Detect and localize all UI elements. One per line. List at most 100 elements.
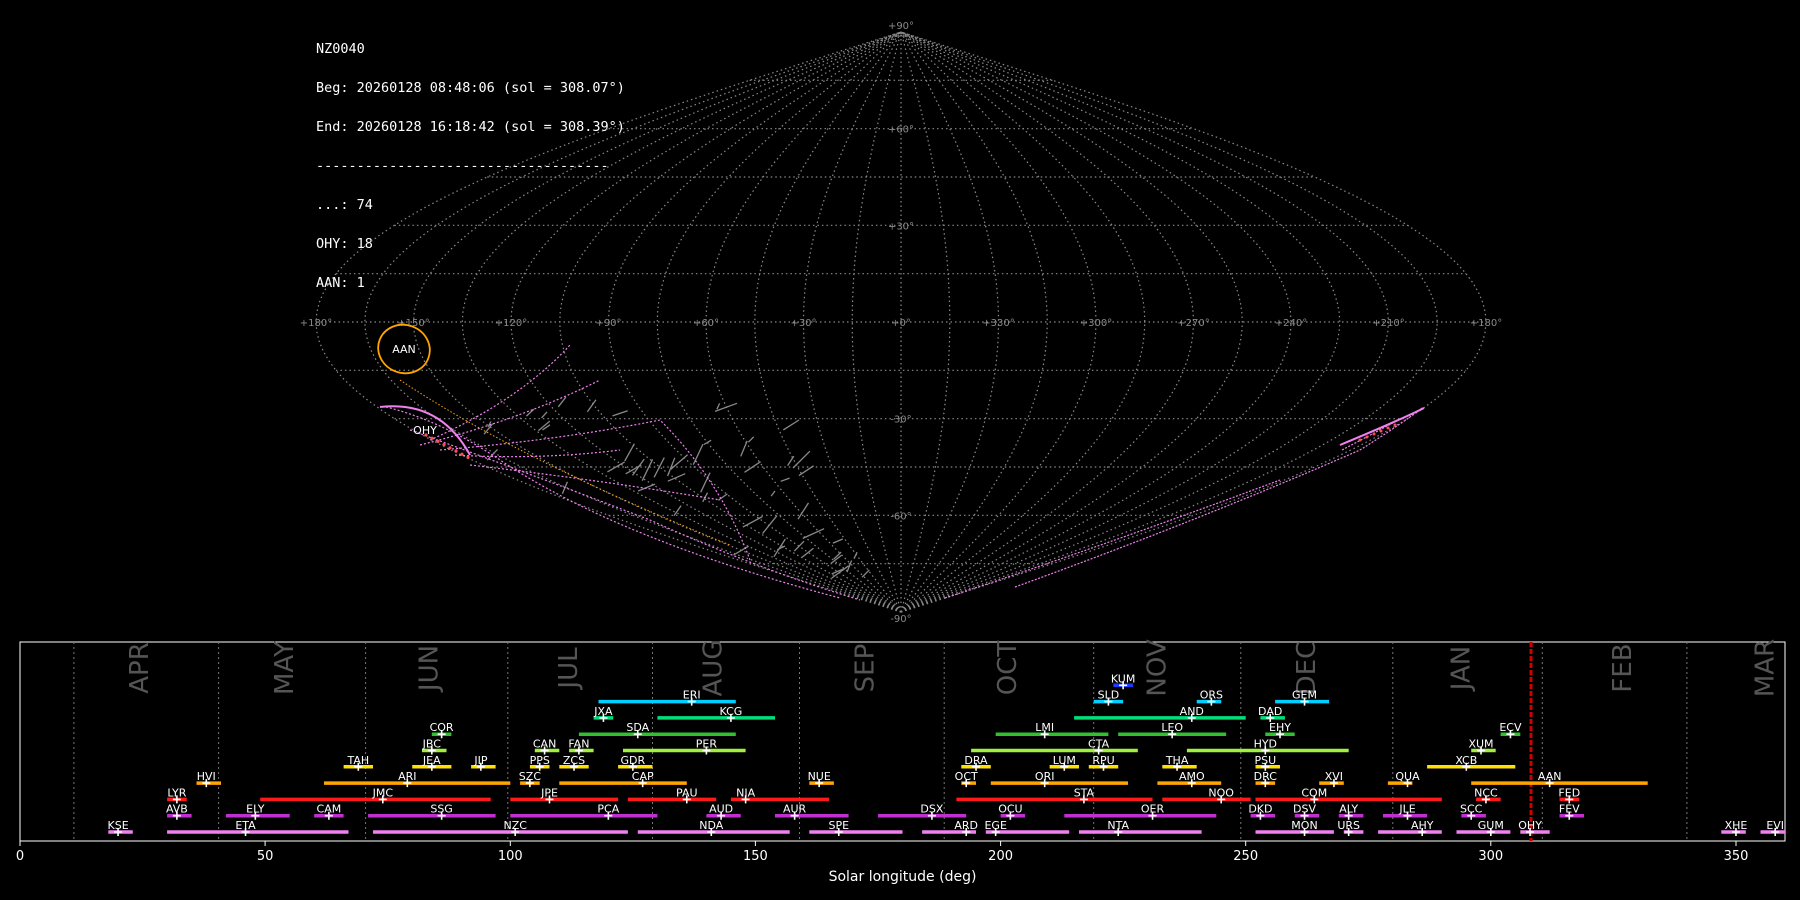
shower-label-ely: ELY [246,803,265,816]
shower-label-kse: KSE [108,819,129,832]
shower-label-gem: GEM [1292,689,1317,702]
x-axis-tick-label: 200 [988,849,1013,864]
x-axis-tick-label: 0 [16,849,24,864]
shower-label-pca: PCA [597,803,619,816]
shower-label-ssg: SSG [430,803,453,816]
shower-label-pps: PPS [530,754,550,767]
shower-label-cap: CAP [632,770,654,783]
month-label: DEC [1292,641,1322,696]
shower-label-aud: AUD [709,803,733,816]
shower-label-ege: EGE [984,819,1006,832]
shower-label-hyd: HYD [1254,738,1277,751]
shower-label-cor: COR [430,721,454,734]
shower-label-tha: THA [1165,754,1189,767]
x-axis-tick-label: 300 [1478,849,1503,864]
shower-label-cam: CAM [317,803,342,816]
shower-label-kcg: KCG [719,705,742,718]
shower-label-jbc: JBC [422,738,442,751]
shower-label-qua: QUA [1395,770,1420,783]
shower-label-ecv: ECV [1499,721,1522,734]
shower-label-gdr: GDR [620,754,645,767]
month-label: JAN [1446,646,1476,692]
shower-label-pau: PAU [676,786,698,799]
shower-label-com: COM [1301,786,1327,799]
shower-label-nia: NIA [736,786,755,799]
shower-label-xvi: XVI [1325,770,1343,783]
month-label: JUL [554,647,584,691]
shower-label-fan: FAN [568,738,589,751]
shower-label-dsx: DSX [920,803,943,816]
shower-label-leo: LEO [1161,721,1183,734]
x-axis-tick-label: 250 [1233,849,1258,864]
shower-label-cta: CTA [1088,738,1110,751]
shower-label-xhe: XHE [1725,819,1748,832]
shower-label-scc: SCC [1460,803,1483,816]
month-label: FEB [1608,643,1638,692]
shower-label-dsv: DSV [1293,803,1316,816]
shower-label-nta: NTA [1107,819,1129,832]
shower-label-ard: ARD [954,819,978,832]
shower-label-ncc: NCC [1474,786,1498,799]
shower-label-psu: PSU [1254,754,1276,767]
shower-label-rpu: RPU [1092,754,1114,767]
shower-label-spe: SPE [829,819,850,832]
month-label: APR [125,642,155,694]
shower-label-eri: ERI [683,689,701,702]
month-label: MAY [270,641,300,695]
shower-label-can: CAN [533,738,556,751]
shower-label-ohy: OHY [1518,819,1542,832]
x-axis-tick-label: 100 [498,849,523,864]
shower-label-evi: EVI [1766,819,1784,832]
shower-label-nda: NDA [699,819,724,832]
shower-label-kum: KUM [1111,672,1135,685]
shower-label-xum: XUM [1468,738,1493,751]
shower-label-jxa: JXA [593,705,613,718]
x-axis-tick-label: 50 [257,849,274,864]
shower-label-per: PER [696,738,718,751]
month-label: OCT [993,641,1023,696]
shower-label-ors: ORS [1200,689,1223,702]
shower-label-jpe: JPE [540,786,558,799]
x-axis-label: Solar longitude (deg) [829,869,977,885]
x-axis-tick-label: 350 [1724,849,1749,864]
month-label: NOV [1142,639,1172,696]
shower-label-avb: AVB [166,803,188,816]
shower-label-gum: GUM [1478,819,1504,832]
shower-label-szc: SZC [519,770,542,783]
shower-label-nue: NUE [808,770,831,783]
shower-label-eta: ETA [235,819,256,832]
shower-label-fed: FED [1558,786,1580,799]
shower-label-tah: TAH [346,754,369,767]
month-label: SEP [851,644,881,693]
month-label: MAR [1750,639,1780,697]
shower-label-ahy: AHY [1411,819,1434,832]
shower-label-dad: DAD [1258,705,1282,718]
shower-timeline-chart: APR MAY JUN JUL AUG SEP OCT NOV DEC JAN FEB MAR KUM E… [16,639,1786,885]
shower-label-nzc: NZC [503,819,527,832]
shower-label-sda: SDA [626,721,649,734]
shower-label-noo: NOO [1208,786,1234,799]
shower-label-jmc: JMC [372,786,394,799]
shower-label-jle: JLE [1398,803,1415,816]
shower-label-and: AND [1180,705,1204,718]
month-label: AUG [699,640,729,697]
shower-label-zcs: ZCS [563,754,585,767]
shower-label-lum: LUM [1053,754,1076,767]
shower-label-xcb: XCB [1455,754,1477,767]
shower-label-dra: DRA [964,754,988,767]
shower-label-sta: STA [1074,786,1095,799]
shower-label-sld: SLD [1098,689,1120,702]
shower-label-lmi: LMI [1035,721,1054,734]
shower-label-aan: AAN [1538,770,1562,783]
shower-label-aur: AUR [783,803,807,816]
shower-label-ehy: EHY [1269,721,1291,734]
shower-label-oct: OCT [955,770,978,783]
month-label: JUN [414,645,444,693]
shower-label-fev: FEV [1559,803,1580,816]
shower-label-jea: JEA [422,754,441,767]
shower-label-ari: ARI [398,770,416,783]
shower-label-aly: ALY [1339,803,1358,816]
shower-label-ori: ORI [1035,770,1055,783]
shower-label-amo: AMO [1179,770,1205,783]
shower-label-dkd: DKD [1248,803,1272,816]
